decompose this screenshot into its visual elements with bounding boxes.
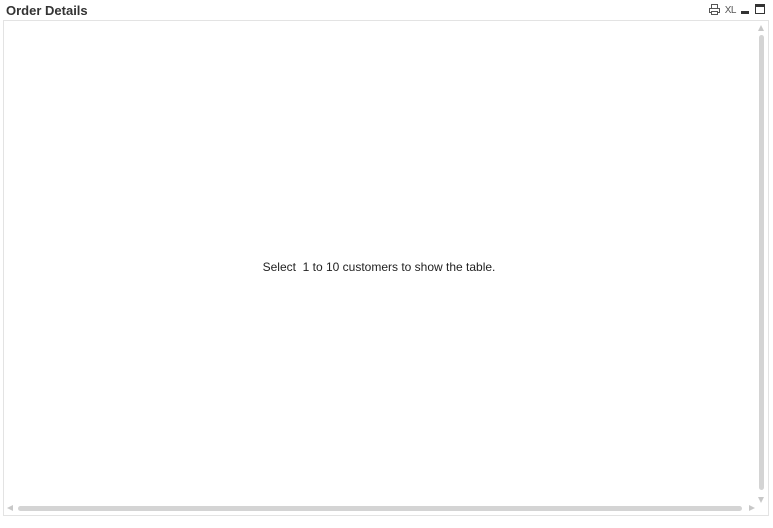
scroll-left-arrow-icon[interactable] bbox=[7, 505, 13, 511]
minimize-icon[interactable] bbox=[741, 2, 750, 20]
print-icon[interactable] bbox=[708, 2, 720, 20]
scroll-up-arrow-icon[interactable] bbox=[758, 25, 764, 31]
vertical-scrollbar[interactable] bbox=[756, 23, 767, 505]
excel-export-icon[interactable]: XL bbox=[725, 5, 737, 17]
horizontal-scroll-thumb[interactable] bbox=[18, 506, 742, 511]
scroll-right-arrow-icon[interactable] bbox=[749, 505, 755, 511]
empty-state-message: Select 1 to 10 customers to show the tab… bbox=[262, 260, 496, 274]
order-details-window: Order Details XL Select 1 to 10 customer… bbox=[0, 0, 773, 528]
window-caption-bar: Order Details XL bbox=[0, 0, 773, 21]
maximize-icon[interactable] bbox=[755, 2, 766, 20]
vertical-scroll-thumb[interactable] bbox=[759, 35, 764, 490]
window-title: Order Details bbox=[6, 3, 88, 18]
table-panel: Select 1 to 10 customers to show the tab… bbox=[3, 20, 769, 516]
horizontal-scrollbar[interactable] bbox=[6, 503, 756, 513]
caption-icon-group: XL bbox=[708, 2, 766, 20]
scroll-down-arrow-icon[interactable] bbox=[758, 497, 764, 503]
